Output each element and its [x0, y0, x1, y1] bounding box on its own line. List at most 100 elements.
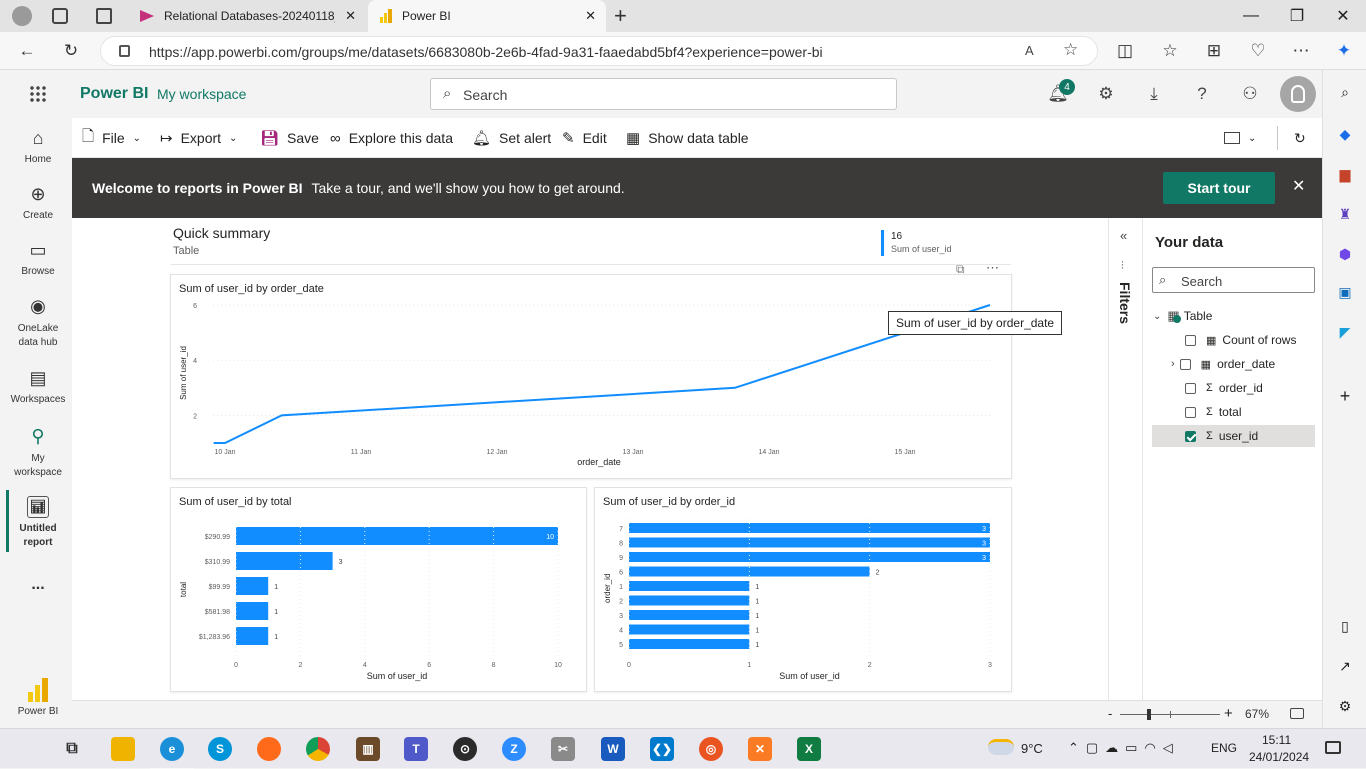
weather-icon[interactable]	[988, 739, 1014, 755]
browser-tab-powerbi[interactable]: Power BI ✕	[368, 0, 606, 32]
outlook-icon[interactable]: ▣	[1335, 282, 1355, 302]
m365-icon[interactable]: ⬢	[1335, 244, 1355, 264]
copilot-icon[interactable]: ✦	[1331, 38, 1357, 64]
file-explorer-icon[interactable]	[111, 737, 135, 761]
read-aloud-icon[interactable]: A	[1025, 43, 1034, 58]
collections-icon[interactable]: ⊞	[1201, 38, 1227, 64]
feedback-icon[interactable]: ⚇	[1238, 82, 1262, 106]
collections-icon[interactable]	[52, 8, 68, 24]
clock-date[interactable]: 24/01/2024	[1249, 750, 1309, 764]
new-tab-button[interactable]: +	[614, 3, 627, 29]
refresh-icon[interactable]: ↻	[58, 38, 84, 64]
teams-icon[interactable]: T	[404, 737, 428, 761]
filters-pane[interactable]: « ⫶ Filters	[1108, 218, 1142, 700]
nav-more[interactable]: ...	[0, 576, 76, 594]
save-button[interactable]: 💾︎ Save	[260, 118, 319, 158]
bar-chart-total-card[interactable]: Sum of user_id by total $290.99 10 $310.99…	[170, 487, 587, 692]
download-icon[interactable]: ⤓	[1142, 82, 1166, 106]
close-icon[interactable]: ✕	[585, 8, 596, 24]
field-checkbox[interactable]	[1185, 406, 1196, 418]
split-screen-icon[interactable]: ◫	[1112, 38, 1138, 64]
external-link-icon[interactable]: ↗	[1335, 656, 1355, 676]
export-menu[interactable]: ↦ Export ⌄	[160, 118, 237, 158]
chrome-icon[interactable]	[306, 737, 330, 761]
weather-temp[interactable]: 9°C	[1021, 741, 1043, 756]
ubuntu-icon[interactable]: ◎	[699, 737, 723, 761]
data-search-input[interactable]: ⌕ Search	[1152, 267, 1315, 293]
word-icon[interactable]: W	[601, 737, 625, 761]
browser-tab-relational[interactable]: Relational Databases-20240118_( ✕	[130, 0, 366, 32]
sidebar-toggle-icon[interactable]: ▯	[1335, 616, 1355, 636]
nav-create[interactable]: ⊕ Create	[0, 182, 76, 221]
app-launcher-icon[interactable]	[29, 85, 47, 103]
zoom-in-button[interactable]: +	[1224, 705, 1233, 722]
nav-workspaces[interactable]: ▤ Workspaces	[0, 366, 76, 405]
tab-actions-icon[interactable]	[96, 8, 112, 24]
explore-button[interactable]: ∞ Explore this data	[330, 118, 453, 158]
nav-onelake[interactable]: ◉ OneLake data hub	[0, 294, 76, 350]
nav-untitled-report[interactable]: 📊︎ Untitled report	[0, 496, 76, 550]
field-order-id[interactable]: Σ order_id	[1185, 377, 1315, 399]
restore-icon[interactable]: ❐	[1274, 0, 1320, 32]
task-view-icon[interactable]: ⧉	[60, 737, 84, 761]
tray-icons[interactable]: ⌃▢☁▭◠◁	[1068, 740, 1180, 756]
favorite-star-icon[interactable]: ☆	[1063, 40, 1078, 60]
field-total[interactable]: Σ total	[1185, 401, 1315, 423]
refresh-button[interactable]: ↻	[1294, 118, 1306, 158]
view-menu[interactable]: ⌄	[1224, 118, 1256, 158]
set-alert-button[interactable]: 🔔︎ Set alert	[472, 118, 551, 158]
nav-my-workspace[interactable]: ⚲ My workspace	[0, 424, 76, 480]
zoom-icon[interactable]: Z	[502, 737, 526, 761]
help-icon[interactable]: ?	[1190, 82, 1214, 106]
field-checkbox[interactable]	[1185, 334, 1196, 346]
notification-center-icon[interactable]	[1325, 741, 1341, 754]
search-icon[interactable]: ⌕	[1335, 82, 1355, 102]
close-window-icon[interactable]: ✕	[1320, 0, 1366, 32]
field-checkbox[interactable]	[1185, 382, 1196, 394]
field-user-id[interactable]: Σ user_id	[1152, 425, 1315, 447]
performance-icon[interactable]: ♡	[1245, 38, 1271, 64]
close-icon[interactable]: ✕	[1292, 176, 1305, 196]
excel-icon[interactable]: X	[797, 737, 821, 761]
nav-browse[interactable]: ▭ Browse	[0, 238, 76, 277]
vscode-icon[interactable]: ❮❯	[650, 737, 674, 761]
nav-home[interactable]: ⌂ Home	[0, 126, 76, 165]
favorites-icon[interactable]: ☆	[1157, 38, 1183, 64]
line-chart-card[interactable]: Sum of user_id by order_date 2 4 6 10 Jan 11…	[170, 274, 1012, 479]
field-checkbox[interactable]	[1185, 430, 1196, 442]
bar-chart-orderid-card[interactable]: Sum of user_id by order_id 7383936211213…	[594, 487, 1012, 692]
clock-time[interactable]: 15:11	[1262, 733, 1291, 747]
language-indicator[interactable]: ENG	[1211, 741, 1237, 755]
snipping-icon[interactable]: ✂	[551, 737, 575, 761]
windows-start-icon[interactable]	[13, 740, 31, 758]
library-icon[interactable]: ▥	[356, 737, 380, 761]
close-icon[interactable]: ✕	[345, 8, 356, 24]
profile-icon[interactable]	[12, 6, 32, 26]
field-count-of-rows[interactable]: ▦ Count of rows	[1185, 329, 1315, 351]
show-table-button[interactable]: ▦ Show data table	[626, 118, 749, 158]
brand-title[interactable]: Power BI	[80, 85, 148, 103]
settings-icon[interactable]: ⚙	[1335, 696, 1355, 716]
edit-button[interactable]: ✎ Edit	[562, 118, 607, 158]
zoom-out-button[interactable]: -	[1108, 706, 1112, 721]
xampp-icon[interactable]: ✕	[748, 737, 772, 761]
settings-icon[interactable]: ⚙	[1094, 82, 1118, 106]
file-menu[interactable]: 🗋︎ File ⌄	[82, 118, 141, 158]
send-icon[interactable]: ◤	[1335, 322, 1355, 342]
nav-powerbi-home[interactable]: Power BI	[0, 676, 76, 717]
more-options-icon[interactable]: ⋯	[986, 260, 999, 276]
start-tour-button[interactable]: Start tour	[1163, 172, 1275, 204]
tools-icon[interactable]: ▆	[1335, 164, 1355, 184]
collapse-icon[interactable]: «	[1120, 228, 1127, 243]
url-field[interactable]: https://app.powerbi.com/groups/me/datase…	[100, 36, 1098, 66]
zoom-thumb[interactable]	[1147, 709, 1151, 720]
field-checkbox[interactable]	[1179, 358, 1191, 370]
focus-mode-icon[interactable]: ⧉	[956, 262, 965, 277]
minimize-icon[interactable]: —	[1228, 0, 1274, 32]
edge-icon[interactable]: e	[160, 737, 184, 761]
field-order-date[interactable]: › ▦ order_date	[1171, 353, 1315, 375]
table-node[interactable]: ⌄ ▦ Table	[1153, 305, 1315, 327]
skype-icon[interactable]: S	[208, 737, 232, 761]
lock-app-icon[interactable]: ⊙	[453, 737, 477, 761]
search-input[interactable]: ⌕ Search	[430, 78, 897, 110]
